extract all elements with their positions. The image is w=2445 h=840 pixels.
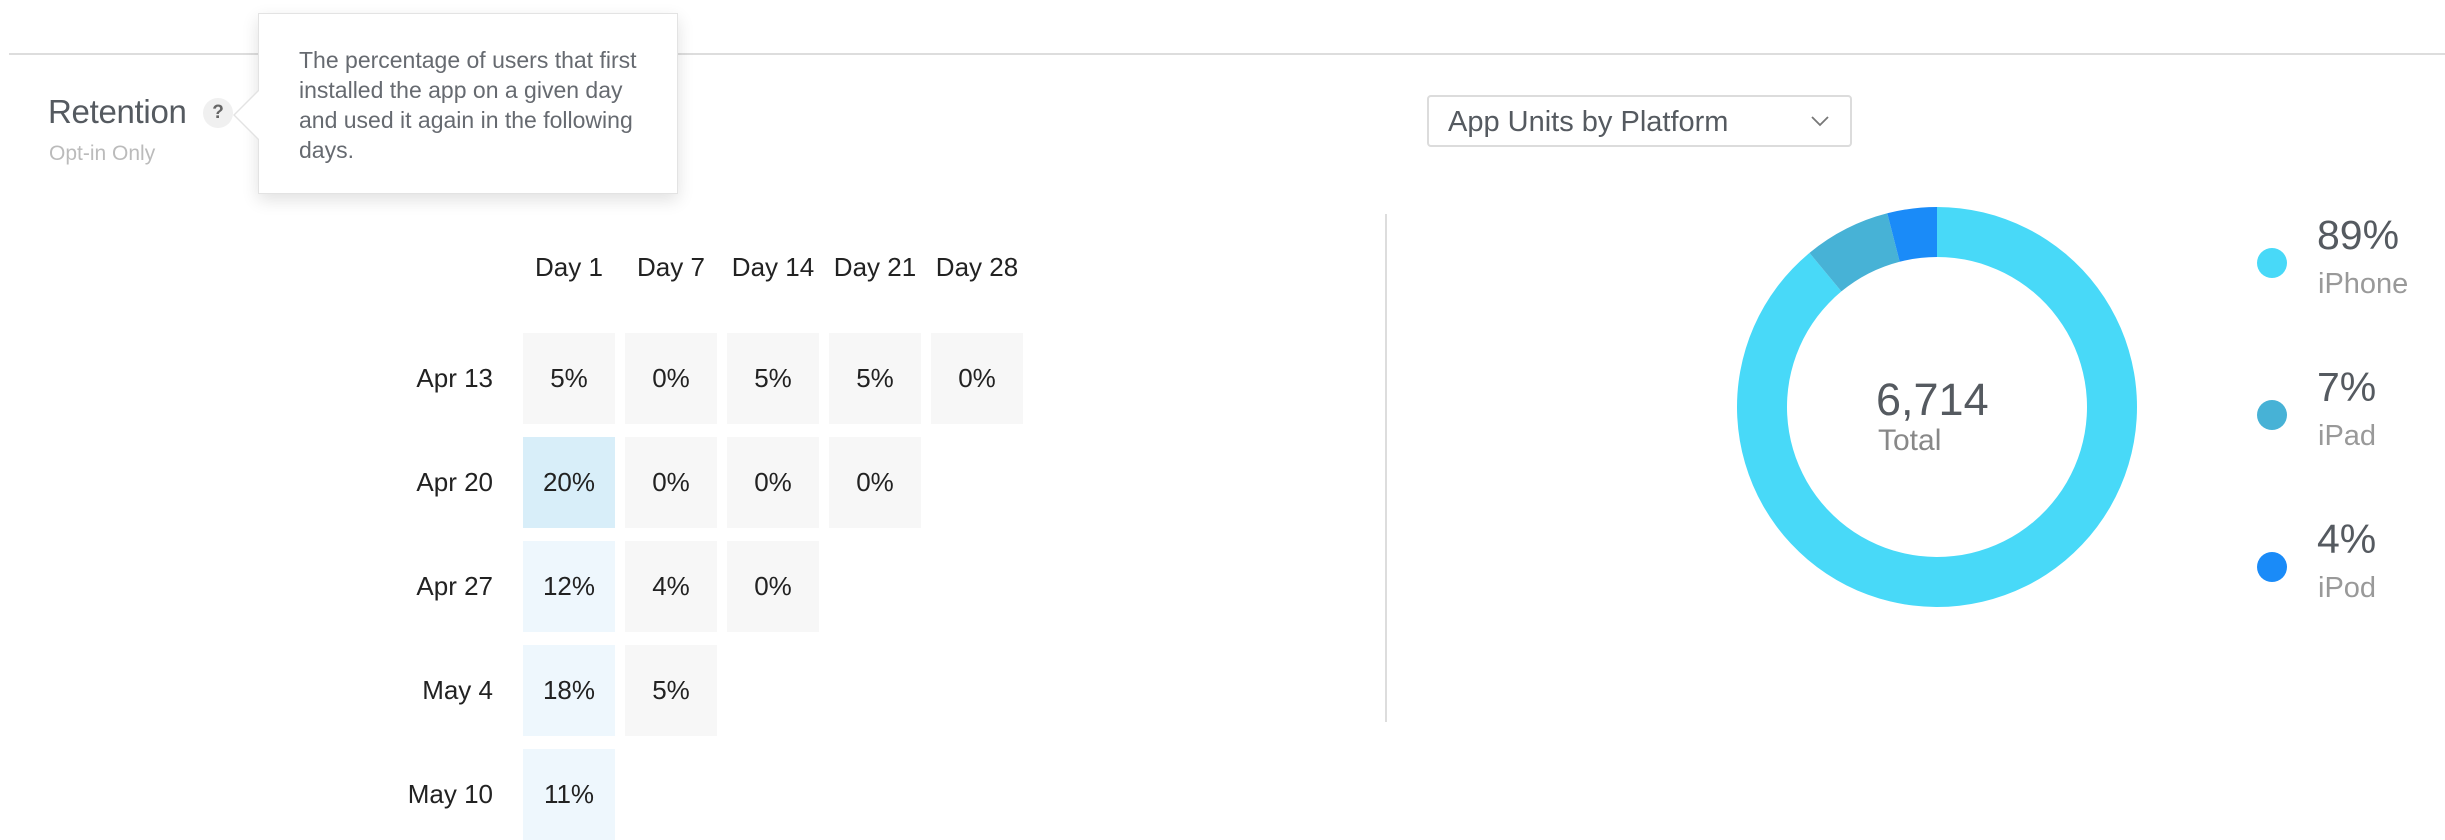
column-header: Day 28 xyxy=(935,252,1019,282)
row-label: Apr 20 xyxy=(416,467,493,497)
question-mark-icon[interactable]: ? xyxy=(203,98,233,128)
legend-percentage: 89% xyxy=(2317,212,2400,258)
legend-label: iPhone xyxy=(2318,268,2409,300)
retention-subtitle: Opt-in Only xyxy=(49,142,156,165)
row-label: Apr 13 xyxy=(416,363,493,393)
retention-cell: 5% xyxy=(829,333,921,424)
retention-cell: 5% xyxy=(625,645,717,736)
retention-cell: 5% xyxy=(727,333,819,424)
column-header: Day 14 xyxy=(731,252,815,282)
row-label: Apr 27 xyxy=(416,571,493,601)
retention-cell: 18% xyxy=(523,645,615,736)
retention-cell: 0% xyxy=(625,333,717,424)
column-header: Day 1 xyxy=(535,252,603,282)
legend-percentage: 4% xyxy=(2317,516,2377,562)
chart-type-dropdown[interactable]: App Units by Platform xyxy=(1427,95,1852,147)
vertical-divider xyxy=(1385,214,1387,722)
retention-cell: 4% xyxy=(625,541,717,632)
retention-cell: 20% xyxy=(523,437,615,528)
legend-label: iPad xyxy=(2318,420,2377,452)
retention-cell: 0% xyxy=(727,437,819,528)
column-header: Day 21 xyxy=(833,252,917,282)
legend-item-ipad[interactable]: 7% iPad xyxy=(2256,362,2445,482)
donut-total-label: Total xyxy=(1878,424,1942,457)
retention-cell: 11% xyxy=(523,749,615,840)
retention-cell: 0% xyxy=(931,333,1023,424)
legend-item-ipod[interactable]: 4% iPod xyxy=(2256,514,2445,634)
retention-cell: 5% xyxy=(523,333,615,424)
retention-cell: 0% xyxy=(829,437,921,528)
row-label: May 10 xyxy=(407,779,493,809)
retention-cell: 12% xyxy=(523,541,615,632)
dropdown-selected-value: App Units by Platform xyxy=(1448,106,1729,138)
legend-dot-icon xyxy=(2257,248,2287,278)
legend-percentage: 7% xyxy=(2317,364,2377,410)
legend-dot-icon xyxy=(2257,400,2287,430)
row-label: May 4 xyxy=(422,675,493,705)
retention-cell: 0% xyxy=(727,541,819,632)
legend-label: iPod xyxy=(2318,572,2377,604)
column-header: Day 7 xyxy=(637,252,705,282)
chevron-down-icon xyxy=(1811,116,1829,127)
retention-title: Retention xyxy=(48,93,187,130)
legend-dot-icon xyxy=(2257,552,2287,582)
tooltip-text: The percentage of users that first insta… xyxy=(299,47,637,163)
retention-tooltip: The percentage of users that first insta… xyxy=(233,13,678,194)
retention-cell: 0% xyxy=(625,437,717,528)
donut-total-value: 6,714 xyxy=(1876,374,1989,425)
legend-item-iphone[interactable]: 89% iPhone xyxy=(2256,210,2445,330)
